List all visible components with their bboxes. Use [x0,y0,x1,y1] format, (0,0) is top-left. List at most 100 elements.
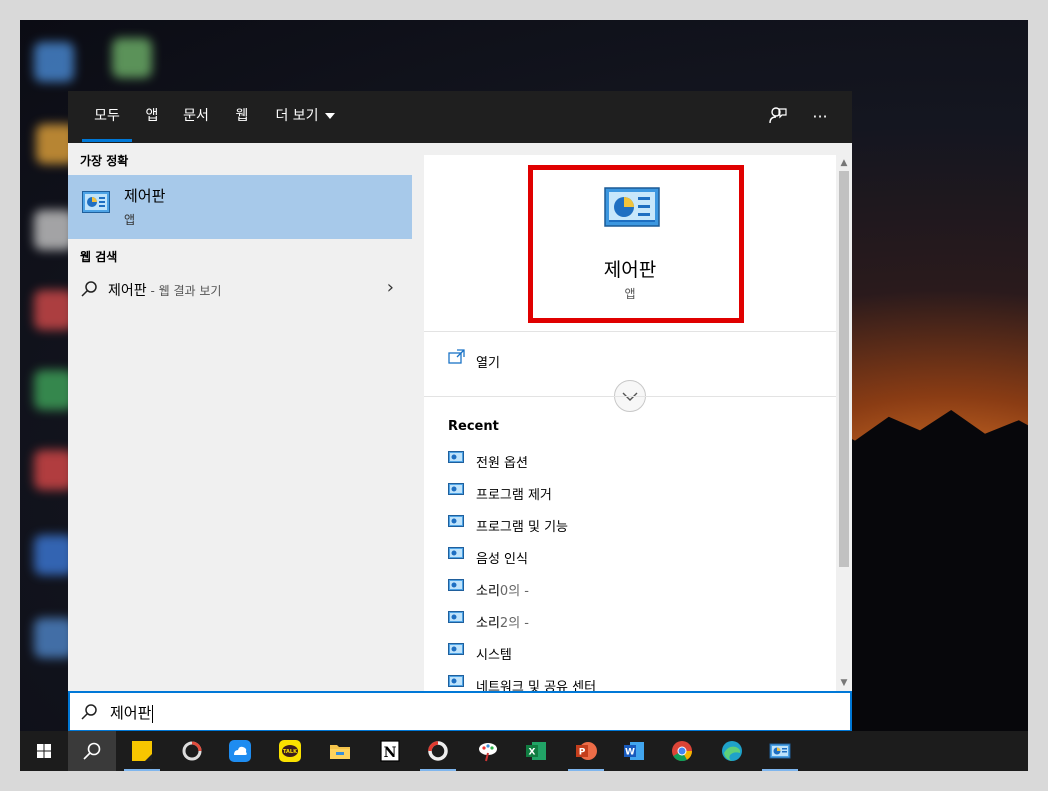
capture-app-icon [182,741,202,761]
svg-text:W: W [625,748,635,758]
feedback-icon[interactable] [766,105,790,129]
best-match-title: 제어판 [124,187,166,205]
desktop-icon[interactable] [112,38,152,78]
paint-app-icon [479,743,497,762]
svg-text:N: N [384,745,397,761]
search-box[interactable]: 제어판 [68,691,852,732]
detail-pane: 제어판 앱 열기 Recent 전원 옵션 프로그램 제거 프로그램 및 기능 … [424,155,852,691]
running-indicator [762,769,798,771]
text-cursor [152,704,154,723]
svg-text:X: X [529,748,536,758]
detail-scrollbar[interactable]: ▲ ▼ [836,155,852,691]
detail-header: 제어판 앱 [424,155,836,331]
more-icon[interactable]: ··· [808,105,832,129]
desktop-icons-column [20,20,152,731]
recent-item-label: 네트워크 및 공유 센터 [476,680,597,691]
best-match-subtitle: 앱 [124,213,136,227]
control-panel-icon [82,191,110,213]
chevron-down-icon [324,113,335,119]
recent-item-label: 프로그램 및 기능 [476,520,568,535]
svg-text:P: P [579,748,586,758]
control-panel-icon [448,675,464,687]
open-icon [448,349,465,364]
web-search-hint: - 웹 결과 보기 [146,284,222,298]
running-indicator [420,769,456,771]
search-filter-bar: 모두 앱 문서 웹 더 보기 ··· [68,91,852,143]
search-icon [81,704,97,720]
control-panel-icon [448,483,464,495]
control-panel-icon [448,643,464,655]
scrollbar-thumb[interactable] [839,171,849,567]
search-icon [83,742,101,760]
search-input[interactable]: 제어판 [110,704,151,722]
taskbar-file-explorer[interactable] [316,731,364,771]
best-match-header: 가장 정확 [80,154,129,168]
start-button[interactable] [20,731,68,771]
taskbar-sticky-notes[interactable] [118,731,166,771]
best-match-item[interactable]: 제어판 앱 [68,175,412,239]
open-label: 열기 [476,356,500,371]
divider [424,331,836,332]
edge-icon [722,741,742,761]
tab-more[interactable]: 더 보기 [272,91,338,143]
taskbar-notion[interactable]: N [366,731,414,771]
powerpoint-icon: P [576,742,597,760]
control-panel-taskbar-icon [769,743,791,759]
chrome-icon [672,741,693,762]
desktop-icon[interactable] [34,42,74,82]
search-icon [81,281,97,297]
taskbar-ring-app[interactable] [414,731,462,771]
recent-item-label: 음성 인식 [476,552,528,567]
file-explorer-icon [330,745,350,759]
scroll-up-arrow[interactable]: ▲ [836,155,852,171]
results-list: 가장 정확 제어판 앱 웹 검색 제어판 - 웹 결과 보기 › [68,143,412,691]
control-panel-icon [448,451,464,463]
taskbar-search-button[interactable] [68,731,116,771]
excel-icon: X [526,742,546,760]
tab-documents[interactable]: 문서 [178,91,214,143]
highlight-annotation-box [528,165,744,323]
recent-item-label: 소리 [476,616,500,631]
taskbar-capture-app[interactable] [168,731,216,771]
recent-item-label: 소리 [476,584,500,599]
recent-item-label: 전원 옵션 [476,456,528,471]
web-search-header: 웹 검색 [80,250,118,264]
tab-web[interactable]: 웹 [228,91,256,143]
taskbar-kakaotalk[interactable]: TALK [266,731,314,771]
taskbar-edge[interactable] [708,731,756,771]
web-search-item[interactable]: 제어판 - 웹 결과 보기 › [68,275,412,305]
taskbar-paint-app[interactable] [464,731,512,771]
divider [424,396,836,397]
svg-text:TALK: TALK [283,749,298,755]
sticky-notes-icon [132,741,152,761]
kakaotalk-icon: TALK [279,740,301,762]
scroll-down-arrow[interactable]: ▼ [836,675,852,691]
tab-apps[interactable]: 앱 [138,91,166,143]
taskbar-cloud-drive[interactable] [216,731,264,771]
feedback-icon-svg [769,107,787,124]
recent-item-label: 프로그램 제거 [476,488,552,503]
control-panel-icon [448,515,464,527]
taskbar-chrome[interactable] [658,731,706,771]
taskbar-control-panel[interactable] [756,731,804,771]
running-indicator [124,769,160,771]
search-panel: 모두 앱 문서 웹 더 보기 ··· 가장 정확 제어판 앱 웹 검색 제어판 … [68,91,852,732]
tab-all[interactable]: 모두 [82,91,132,143]
web-search-query: 제어판 [108,283,147,299]
control-panel-icon [448,611,464,623]
recent-header: Recent [448,419,499,434]
start-icon [37,744,51,758]
running-indicator [568,769,604,771]
ring-app-icon [428,741,448,761]
taskbar-powerpoint[interactable]: P [562,731,610,771]
taskbar-word[interactable]: W [610,731,658,771]
recent-item-label: 시스템 [476,648,512,663]
word-icon: W [624,742,644,760]
control-panel-icon [448,547,464,559]
taskbar-excel[interactable]: X [512,731,560,771]
chevron-right-icon[interactable]: › [387,277,394,298]
cloud-drive-icon [229,740,251,762]
notion-icon: N [380,740,400,762]
control-panel-icon [448,579,464,591]
taskbar: TALK N X P W [20,731,1028,771]
